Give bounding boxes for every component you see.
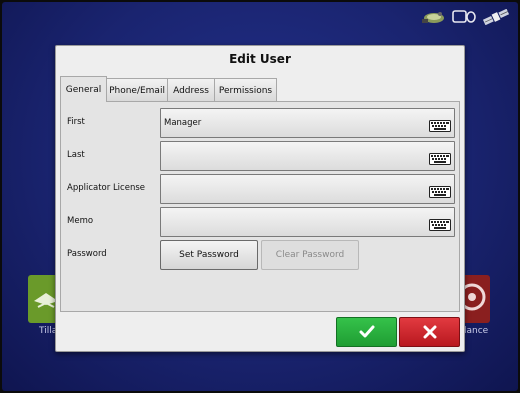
tab-bar: General Phone/Email Address Permissions [60,76,277,102]
gps-satellite-icon[interactable] [482,9,510,25]
x-icon [423,325,436,339]
last-name-field[interactable] [160,141,455,171]
keyboard-icon[interactable] [429,183,451,202]
guidance-tile-label: lance [464,326,489,336]
status-bar [420,8,510,26]
memo-label: Memo [67,216,94,226]
cancel-button[interactable] [399,317,460,347]
tab-phone-email[interactable]: Phone/Email [106,78,168,102]
applicator-license-field[interactable] [160,174,455,204]
tab-address[interactable]: Address [167,78,215,102]
memo-row: Memo [61,207,461,237]
keyboard-icon[interactable] [429,117,451,136]
satellite-dish-icon[interactable] [420,9,446,25]
tab-general[interactable]: General [60,76,107,102]
tab-permissions[interactable]: Permissions [214,78,277,102]
last-name-label: Last [67,150,85,160]
memo-field[interactable] [160,207,455,237]
first-name-row: First Manager [61,108,461,138]
keyboard-icon[interactable] [429,216,451,235]
display-screen: Tilla lance Edit User General Phone/Emai… [2,2,518,391]
applicator-license-label: Applicator License [67,183,145,193]
edit-user-dialog: Edit User General Phone/Email Address Pe… [55,45,465,352]
applicator-license-row: Applicator License [61,174,461,204]
password-row: Password Set Password Clear Password [61,240,461,270]
clear-password-button[interactable]: Clear Password [261,240,359,270]
first-name-label: First [67,117,85,127]
checkmark-icon [359,325,374,338]
last-name-row: Last [61,141,461,171]
general-panel: First Manager Last Applicator License Me… [60,101,460,312]
keyboard-icon[interactable] [429,150,451,169]
ok-button[interactable] [336,317,397,347]
set-password-button[interactable]: Set Password [160,240,258,270]
first-name-value: Manager [164,118,202,128]
dialog-title: Edit User [229,52,291,66]
password-label: Password [67,249,107,259]
first-name-field[interactable]: Manager [160,108,455,138]
display-icon[interactable] [452,10,476,24]
